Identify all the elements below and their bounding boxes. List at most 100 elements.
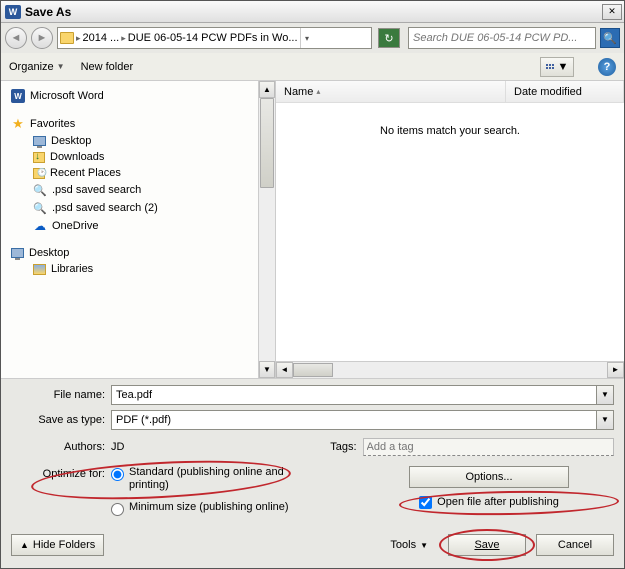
saveastype-label: Save as type: — [11, 414, 111, 426]
tree-label: Libraries — [51, 263, 93, 275]
authors-value[interactable]: JD — [111, 441, 124, 453]
search-button[interactable]: 🔍 — [600, 28, 620, 48]
tags-input[interactable] — [363, 438, 615, 456]
radio-minimum-input[interactable] — [111, 503, 124, 516]
sidebar-scrollbar[interactable]: ▲ ▼ — [258, 81, 275, 378]
star-icon: ★ — [11, 117, 25, 131]
chevron-right-icon: ▸ — [121, 33, 126, 44]
titlebar: W Save As ✕ — [1, 1, 624, 23]
nav-bar: ◄ ► ▸ 2014 ... ▸ DUE 06-05-14 PCW PDFs i… — [1, 23, 624, 53]
chevron-up-icon: ▲ — [20, 540, 29, 550]
save-button[interactable]: Save — [448, 534, 526, 556]
scroll-down-icon[interactable]: ▼ — [259, 361, 275, 378]
desktop-icon — [11, 248, 24, 258]
back-button[interactable]: ◄ — [5, 27, 27, 49]
path-segment[interactable]: 2014 ... — [83, 32, 120, 44]
file-list: Name ▴ Date modified No items match your… — [276, 81, 624, 378]
chevron-right-icon: ▸ — [76, 33, 81, 44]
tree-node-desktop-root[interactable]: Desktop — [5, 245, 254, 261]
open-after-input[interactable] — [419, 496, 432, 509]
scroll-right-icon[interactable]: ► — [607, 362, 624, 378]
tree-label: Favorites — [30, 118, 75, 130]
footer: ▲ Hide Folders Tools ▼ Save Cancel — [1, 524, 624, 568]
view-button[interactable]: ▼ — [540, 57, 574, 77]
chevron-down-icon: ▼ — [57, 62, 65, 71]
column-label: Date modified — [514, 86, 582, 98]
close-button[interactable]: ✕ — [602, 4, 622, 20]
word-icon: W — [11, 89, 25, 103]
radio-standard[interactable]: Standard (publishing online and printing… — [111, 466, 289, 494]
downloads-icon — [33, 152, 45, 163]
tree-node-onedrive[interactable]: ☁OneDrive — [5, 217, 254, 235]
path-dropdown[interactable]: ▾ — [300, 28, 314, 48]
recent-icon — [33, 168, 45, 179]
hide-folders-button[interactable]: ▲ Hide Folders — [11, 534, 104, 556]
tree-node-word[interactable]: W Microsoft Word — [5, 87, 254, 105]
saveastype-input[interactable] — [111, 410, 597, 430]
nav-tree: W Microsoft Word ★ Favorites Desktop Dow… — [1, 81, 276, 378]
list-header: Name ▴ Date modified — [276, 81, 624, 103]
forward-button[interactable]: ► — [31, 27, 53, 49]
column-name[interactable]: Name ▴ — [276, 81, 506, 102]
search-icon: 🔍 — [33, 183, 47, 197]
search-box[interactable] — [408, 27, 596, 49]
radio-standard-input[interactable] — [111, 468, 124, 481]
word-app-icon: W — [5, 5, 21, 19]
onedrive-icon: ☁ — [33, 219, 47, 233]
tree-node-favorites[interactable]: ★ Favorites — [5, 115, 254, 133]
open-after-checkbox[interactable]: Open file after publishing — [419, 496, 559, 509]
scroll-thumb[interactable] — [260, 98, 274, 188]
tools-menu[interactable]: Tools ▼ — [390, 539, 428, 551]
path-segment[interactable]: DUE 06-05-14 PCW PDFs in Wo... — [128, 32, 298, 44]
new-folder-button[interactable]: New folder — [81, 61, 134, 73]
options-button[interactable]: Options... — [409, 466, 569, 488]
scroll-left-icon[interactable]: ◄ — [276, 362, 293, 378]
tools-label: Tools — [390, 539, 416, 551]
tree-node-desktop[interactable]: Desktop — [5, 133, 254, 149]
content-area: W Microsoft Word ★ Favorites Desktop Dow… — [1, 81, 624, 379]
open-after-label: Open file after publishing — [437, 496, 559, 508]
desktop-icon — [33, 136, 46, 146]
column-date[interactable]: Date modified — [506, 81, 624, 102]
organize-label: Organize — [9, 61, 54, 73]
tree-label: Downloads — [50, 151, 104, 163]
empty-message: No items match your search. — [380, 125, 520, 137]
breadcrumb[interactable]: ▸ 2014 ... ▸ DUE 06-05-14 PCW PDFs in Wo… — [57, 27, 372, 49]
list-h-scrollbar[interactable]: ◄ ► — [276, 361, 624, 378]
sort-asc-icon: ▴ — [316, 87, 320, 96]
chevron-down-icon: ▼ — [420, 541, 428, 550]
tree-label: Desktop — [51, 135, 91, 147]
cancel-button[interactable]: Cancel — [536, 534, 614, 556]
scroll-up-icon[interactable]: ▲ — [259, 81, 275, 98]
save-label: Save — [474, 539, 499, 551]
view-icon — [546, 64, 554, 69]
radio-minimum-label: Minimum size (publishing online) — [129, 501, 289, 515]
hide-folders-label: Hide Folders — [33, 539, 95, 551]
radio-standard-label: Standard (publishing online and printing… — [129, 466, 289, 494]
libraries-icon — [33, 264, 46, 275]
filename-label: File name: — [11, 389, 111, 401]
tree-node-recent[interactable]: Recent Places — [5, 165, 254, 181]
chevron-down-icon: ▼ — [558, 61, 569, 73]
organize-menu[interactable]: Organize ▼ — [9, 61, 65, 73]
tree-node-libraries[interactable]: Libraries — [5, 261, 254, 277]
tags-label: Tags: — [313, 441, 363, 453]
filename-dropdown[interactable]: ▼ — [597, 385, 614, 405]
folder-icon — [60, 32, 74, 44]
tree-node-saved-search-2[interactable]: 🔍.psd saved search (2) — [5, 199, 254, 217]
tree-node-downloads[interactable]: Downloads — [5, 149, 254, 165]
search-input[interactable] — [411, 32, 593, 44]
search-icon: 🔍 — [33, 201, 47, 215]
scroll-thumb[interactable] — [293, 363, 333, 377]
filename-input[interactable] — [111, 385, 597, 405]
tree-node-saved-search[interactable]: 🔍.psd saved search — [5, 181, 254, 199]
tree-label: Desktop — [29, 247, 69, 259]
saveastype-dropdown[interactable]: ▼ — [597, 410, 614, 430]
help-button[interactable]: ? — [598, 58, 616, 76]
save-form: File name: ▼ Save as type: ▼ Authors: JD… — [1, 379, 624, 525]
column-label: Name — [284, 86, 313, 98]
toolbar: Organize ▼ New folder ▼ ? — [1, 53, 624, 81]
radio-minimum[interactable]: Minimum size (publishing online) — [111, 501, 289, 516]
refresh-button[interactable]: ↻ — [378, 28, 400, 48]
tree-label: Recent Places — [50, 167, 121, 179]
